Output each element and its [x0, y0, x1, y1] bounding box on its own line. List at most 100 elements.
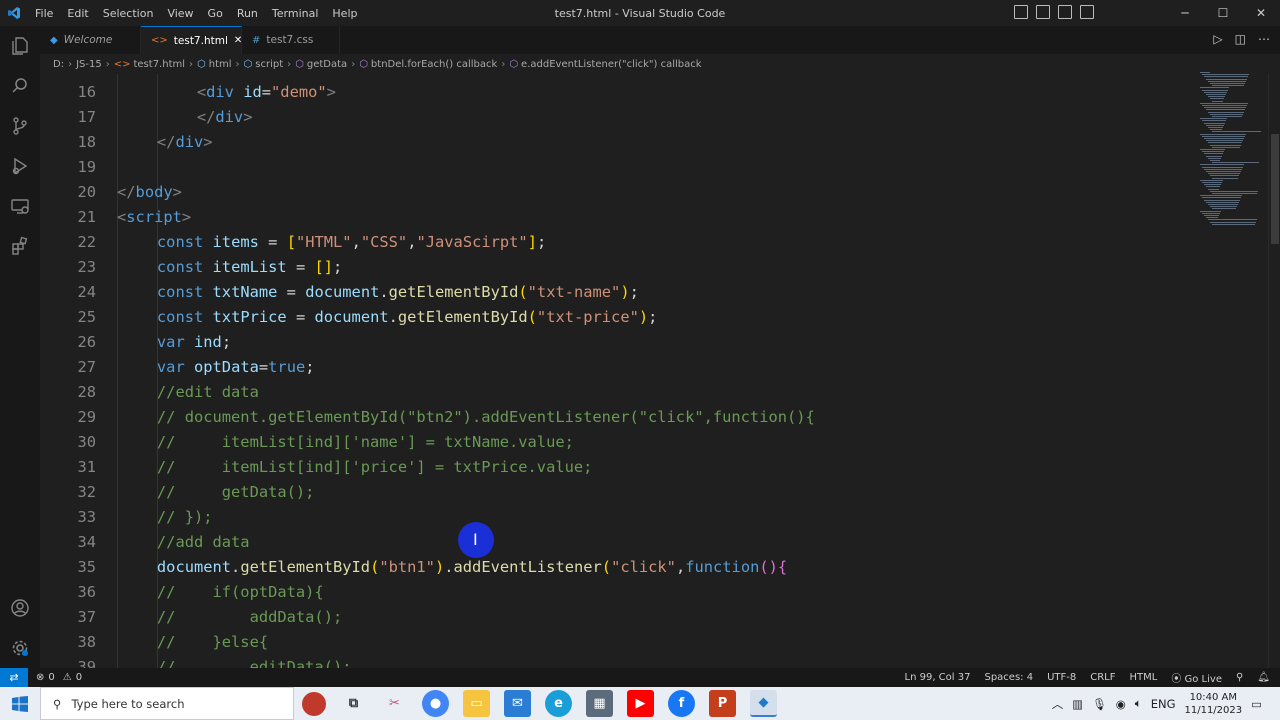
network-icon[interactable]: ▥ [1072, 697, 1083, 711]
menu-file[interactable]: File [28, 7, 60, 20]
menu-run[interactable]: Run [230, 7, 265, 20]
code-token: = [258, 233, 287, 251]
code-token: addEventListener [453, 558, 602, 576]
weather-widget-icon[interactable] [302, 691, 326, 716]
breadcrumb-item[interactable]: JS-15 [76, 59, 102, 70]
menu-help[interactable]: Help [325, 7, 364, 20]
windows-start-icon[interactable] [0, 687, 40, 720]
code-text: const txtPrice = document.getElementById… [157, 305, 658, 330]
editor-scrollbar[interactable] [1268, 74, 1280, 668]
tab-welcome[interactable]: ◆ Welcome [40, 26, 141, 54]
close-tab-icon[interactable]: ✕ [234, 35, 242, 46]
search-icon[interactable] [8, 74, 32, 98]
file-explorer-icon[interactable]: ▭ [463, 690, 490, 717]
run-icon[interactable]: ▷ [1213, 32, 1222, 46]
mail-icon[interactable]: ✉ [504, 690, 531, 717]
chrome-icon[interactable]: ● [422, 690, 449, 717]
taskbar-search[interactable]: ⚲ Type here to search [40, 687, 294, 720]
tab-test7-html[interactable]: <> test7.html ✕ [141, 26, 242, 54]
code-editor[interactable]: I 16 <div id="demo"> 17 </div> 18 </div> 19 20 <… [40, 74, 1268, 668]
code-token: [ [286, 233, 296, 251]
facebook-icon[interactable]: f [668, 690, 695, 717]
minimap-line [1208, 142, 1242, 144]
css-icon: # [252, 34, 261, 46]
toggle-secondary-sidebar-icon[interactable] [1058, 5, 1072, 19]
breadcrumb-item[interactable]: script [255, 59, 283, 70]
menu-selection[interactable]: Selection [96, 7, 161, 20]
minimap[interactable] [1196, 72, 1261, 232]
volume-icon[interactable]: 🔈︎ [1135, 696, 1142, 711]
snipping-icon[interactable]: ✂ [381, 690, 408, 717]
clock[interactable]: 10:40 AM 11/11/2023 [1184, 691, 1242, 717]
go-live-button[interactable]: ⦿ Go Live [1171, 670, 1222, 685]
explorer-icon[interactable] [8, 34, 32, 58]
menu-go[interactable]: Go [201, 7, 230, 20]
menu-edit[interactable]: Edit [60, 7, 95, 20]
minimap-line [1212, 162, 1259, 164]
breadcrumb-item[interactable]: D: [53, 59, 64, 70]
menu-terminal[interactable]: Terminal [265, 7, 326, 20]
tab-test7-css[interactable]: # test7.css [242, 26, 340, 54]
toggle-sidebar-icon[interactable] [1014, 5, 1028, 19]
powerpoint-icon[interactable]: P [709, 690, 736, 717]
code-token: = [261, 83, 272, 101]
broadcast-icon: ⦿ [1171, 674, 1185, 685]
customize-layout-icon[interactable] [1080, 5, 1094, 19]
line-number: 26 [77, 333, 96, 351]
remote-explorer-icon[interactable] [8, 194, 32, 218]
breadcrumb-item[interactable]: btnDel.forEach() callback [371, 59, 497, 70]
remote-indicator[interactable]: ⇄ [0, 668, 28, 687]
breadcrumb-item[interactable]: html [209, 59, 232, 70]
menu-view[interactable]: View [160, 7, 200, 20]
edge-icon[interactable]: e [545, 690, 572, 717]
breadcrumb-item[interactable]: getData [307, 59, 347, 70]
code-token: script [126, 208, 182, 226]
minimap-line [1200, 133, 1246, 135]
close-window-icon[interactable]: ✕ [1242, 0, 1280, 26]
notification-center-icon[interactable]: ▭ [1251, 697, 1262, 711]
youtube-icon[interactable]: ▶ [627, 690, 654, 717]
encoding[interactable]: UTF-8 [1047, 672, 1076, 683]
minimap-line [1202, 151, 1224, 153]
split-editor-icon[interactable]: ◫ [1235, 32, 1246, 46]
run-debug-icon[interactable] [8, 154, 32, 178]
line-number: 27 [77, 358, 96, 376]
scrollbar-thumb[interactable] [1271, 134, 1279, 244]
notifications-icon[interactable]: 🔔︎ [1257, 672, 1270, 683]
code-token: // itemList[ind]['price'] = txtPrice.val… [156, 458, 593, 476]
task-view-icon[interactable]: ⧉ [340, 690, 367, 717]
feedback-icon[interactable]: ⚲ [1236, 672, 1243, 683]
language-mode[interactable]: HTML [1129, 672, 1157, 683]
maximize-icon[interactable]: ☐ [1204, 0, 1242, 26]
source-control-icon[interactable] [8, 114, 32, 138]
toggle-panel-icon[interactable] [1036, 5, 1050, 19]
microphone-icon[interactable]: 🎙︎ [1092, 697, 1107, 711]
code-text: <div id="demo"> [197, 80, 336, 105]
store-icon[interactable]: ▦ [586, 690, 613, 717]
language-indicator[interactable]: ENG [1151, 697, 1176, 711]
line-ending[interactable]: CRLF [1090, 672, 1115, 683]
code-token: </ [196, 108, 216, 126]
tab-label: test7.html [173, 34, 228, 47]
extensions-icon[interactable] [8, 234, 32, 258]
breadcrumb-item[interactable]: e.addEventListener("click") callback [521, 59, 702, 70]
minimap-line [1208, 219, 1257, 221]
code-token: . [388, 308, 398, 326]
cursor-position[interactable]: Ln 99, Col 37 [905, 672, 971, 683]
breadcrumb-item[interactable]: test7.html [133, 59, 185, 70]
indentation[interactable]: Spaces: 4 [984, 672, 1033, 683]
show-hidden-icons-icon[interactable]: ︿ [1052, 696, 1064, 712]
code-token: < [117, 208, 127, 226]
problems-indicator[interactable]: ⊗ 0 ⚠ 0 [28, 672, 82, 683]
accounts-icon[interactable] [8, 596, 32, 620]
more-actions-icon[interactable]: ⋯ [1258, 32, 1270, 46]
manage-gear-icon[interactable] [8, 636, 32, 660]
minimize-icon[interactable]: ─ [1166, 0, 1204, 26]
vscode-icon[interactable]: ◆ [750, 690, 777, 717]
wifi-icon[interactable]: ◉ [1116, 697, 1126, 711]
minimap-line [1200, 118, 1227, 120]
line-number: 38 [77, 633, 96, 651]
code-token: () [759, 558, 778, 576]
minimap-line [1206, 201, 1239, 203]
